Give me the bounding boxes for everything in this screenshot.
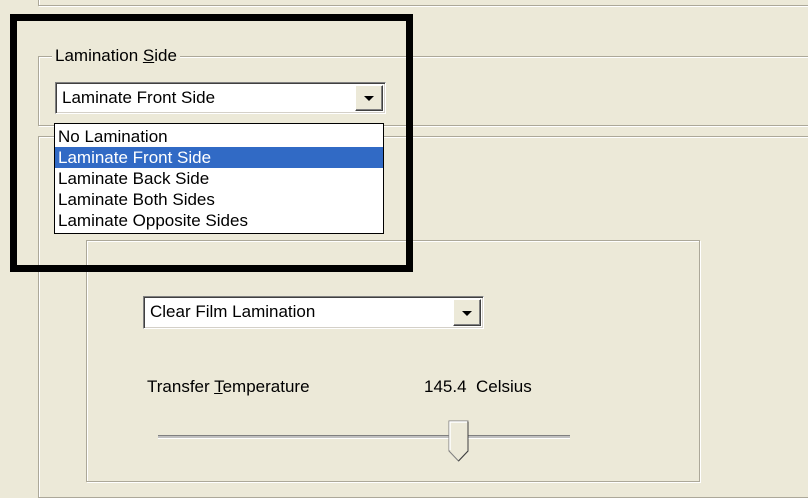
chevron-down-icon xyxy=(462,310,472,316)
dropdown-option[interactable]: Laminate Front Side xyxy=(55,147,383,168)
dropdown-option[interactable]: Laminate Opposite Sides xyxy=(55,210,383,231)
transfer-temperature-label: Transfer Temperature xyxy=(147,377,310,396)
slider-thumb[interactable] xyxy=(448,420,470,462)
lamination-side-combo[interactable]: Laminate Front Side xyxy=(55,82,386,114)
transfer-temperature-value: 145.4 Celsius xyxy=(424,377,532,396)
dropdown-option[interactable]: Laminate Back Side xyxy=(55,168,383,189)
dropdown-option[interactable]: Laminate Both Sides xyxy=(55,189,383,210)
film-type-dropdown-button[interactable] xyxy=(453,299,481,326)
film-type-combo-value: Clear Film Lamination xyxy=(150,302,316,321)
film-type-combo[interactable]: Clear Film Lamination xyxy=(143,296,484,329)
chevron-down-icon xyxy=(364,96,374,101)
lamination-side-group-label: Lamination Side xyxy=(52,46,180,66)
lamination-side-dropdown-list[interactable]: No Lamination Laminate Front Side Laminate… xyxy=(54,123,384,234)
dropdown-option[interactable]: No Lamination xyxy=(55,126,383,147)
lamination-side-combo-value: Laminate Front Side xyxy=(62,88,216,107)
upper-group-box xyxy=(38,0,808,6)
lamination-side-dropdown-button[interactable] xyxy=(355,85,383,111)
transfer-temperature-slider[interactable] xyxy=(150,420,580,462)
slider-track xyxy=(158,435,570,439)
